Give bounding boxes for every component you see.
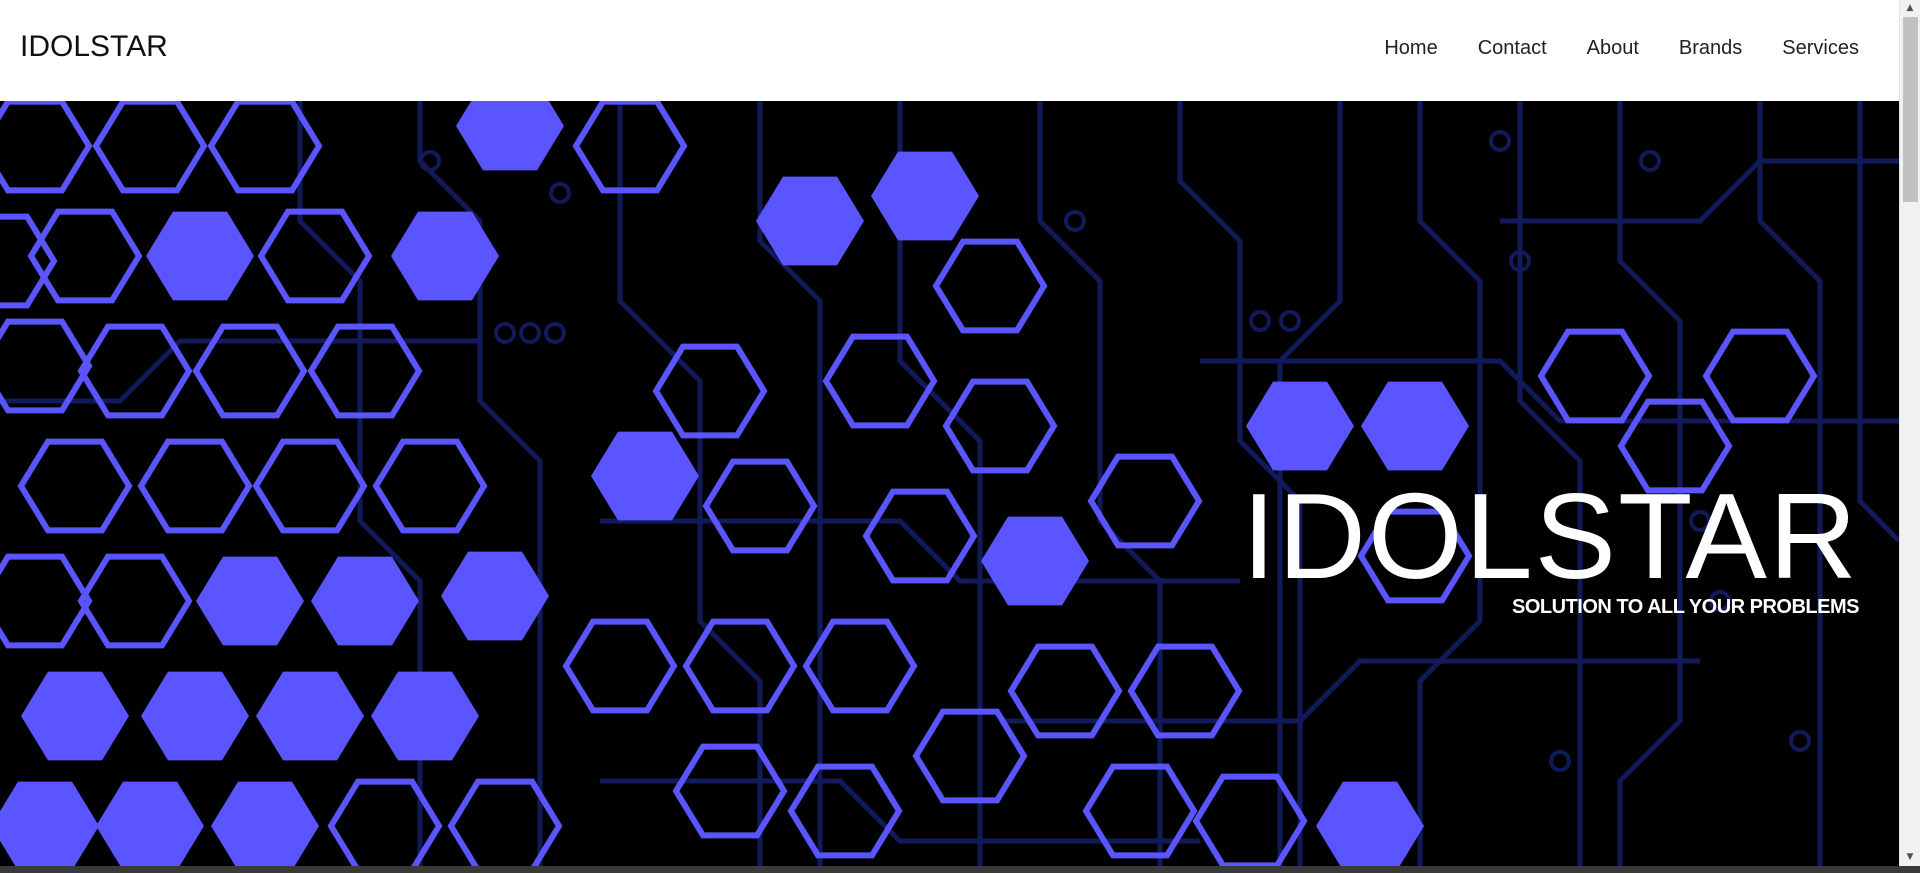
hexagon-filled — [96, 781, 204, 866]
arrow-down-icon[interactable]: ▼ — [1900, 849, 1920, 866]
circuit-node — [1639, 150, 1661, 172]
page: IDOLSTAR Home Contact About Brands Servi… — [0, 0, 1920, 873]
hexagon-outline — [1702, 328, 1818, 424]
circuit-node — [1279, 310, 1301, 332]
hero-title: IDOLSTAR — [1241, 468, 1859, 604]
nav-brands[interactable]: Brands — [1679, 37, 1742, 60]
hexagon-filled — [441, 551, 549, 641]
circuit-node — [1549, 750, 1571, 772]
hexagon-filled — [391, 211, 499, 301]
hexagon-outline — [257, 208, 373, 304]
hexagon-outline — [562, 618, 678, 714]
main-nav: Home Contact About Brands Services — [1384, 37, 1859, 60]
nav-contact[interactable]: Contact — [1478, 37, 1547, 60]
hexagon-outline — [572, 101, 688, 194]
hexagon-filled — [371, 671, 479, 761]
hexagon-outline — [137, 438, 253, 534]
hexagon-outline — [702, 458, 818, 554]
hexagon-outline — [0, 553, 93, 649]
hexagon-filled — [311, 556, 419, 646]
nav-about[interactable]: About — [1587, 37, 1639, 60]
circuit-node — [1489, 130, 1511, 152]
hexagon-outline — [1192, 773, 1308, 866]
hero-subtitle: SOLUTION TO ALL YOUR PROBLEMS — [1511, 596, 1860, 618]
hexagon-outline — [1087, 453, 1203, 549]
hexagon-outline — [17, 438, 133, 534]
hexagon-filled — [141, 671, 249, 761]
hexagon-outline — [92, 101, 208, 194]
hexagon-filled — [1361, 381, 1469, 471]
hexagon-outline — [327, 778, 443, 866]
hexagon-outline — [652, 343, 768, 439]
hexagon-outline — [372, 438, 488, 534]
hexagon-outline — [672, 743, 788, 839]
hexagon-filled — [21, 671, 129, 761]
circuit-trace — [1500, 158, 1899, 224]
circuit-trace — [1857, 101, 1899, 543]
hexagon-filled — [1246, 381, 1354, 471]
hexagon-filled — [146, 211, 254, 301]
scrollbar-thumb[interactable] — [1903, 17, 1918, 202]
hexagon-outline — [787, 763, 903, 859]
hexagon-outline — [682, 618, 798, 714]
hexagon-filled — [0, 781, 99, 866]
hexagon-filled — [871, 151, 979, 241]
hexagon-filled — [456, 101, 564, 171]
hexagon-outline — [1537, 328, 1653, 424]
window-bottom-edge — [0, 866, 1920, 873]
hexagon-outline — [912, 708, 1028, 804]
hexagon-outline — [77, 553, 193, 649]
hexagon-outline — [0, 101, 93, 194]
hexagon-filled — [1316, 781, 1424, 866]
hero-banner: IDOLSTAR SOLUTION TO ALL YOUR PROBLEMS — [0, 101, 1899, 866]
hexagon-outline — [27, 208, 143, 304]
vertical-scrollbar[interactable]: ▲ ▼ — [1899, 0, 1920, 866]
circuit-trace — [600, 518, 1240, 584]
top-navbar: IDOLSTAR Home Contact About Brands Servi… — [0, 0, 1899, 101]
hexagon-outline — [932, 238, 1048, 334]
arrow-up-icon[interactable]: ▲ — [1900, 0, 1920, 17]
circuit-node — [419, 150, 441, 172]
circuit-node — [494, 322, 516, 344]
hexagon-outline — [862, 488, 978, 584]
hexagon-outline — [77, 323, 193, 419]
hexagon-outline — [207, 101, 323, 194]
nav-home[interactable]: Home — [1384, 37, 1437, 60]
brand-logo[interactable]: IDOLSTAR — [20, 30, 168, 64]
hexagon-filled — [196, 556, 304, 646]
circuit-node — [1064, 210, 1086, 232]
circuit-node — [544, 322, 566, 344]
hexagon-outline — [447, 778, 563, 866]
circuit-node — [549, 182, 571, 204]
hexagon-filled — [211, 781, 319, 866]
circuit-node — [1789, 730, 1811, 752]
hexagon-filled — [981, 516, 1089, 606]
hexagon-outline — [252, 438, 368, 534]
hexagon-outline — [0, 318, 93, 414]
nav-services[interactable]: Services — [1782, 37, 1859, 60]
circuit-node — [1249, 310, 1271, 332]
hexagon-filled — [256, 671, 364, 761]
hexagon-filled — [591, 431, 699, 521]
circuit-node — [519, 322, 541, 344]
